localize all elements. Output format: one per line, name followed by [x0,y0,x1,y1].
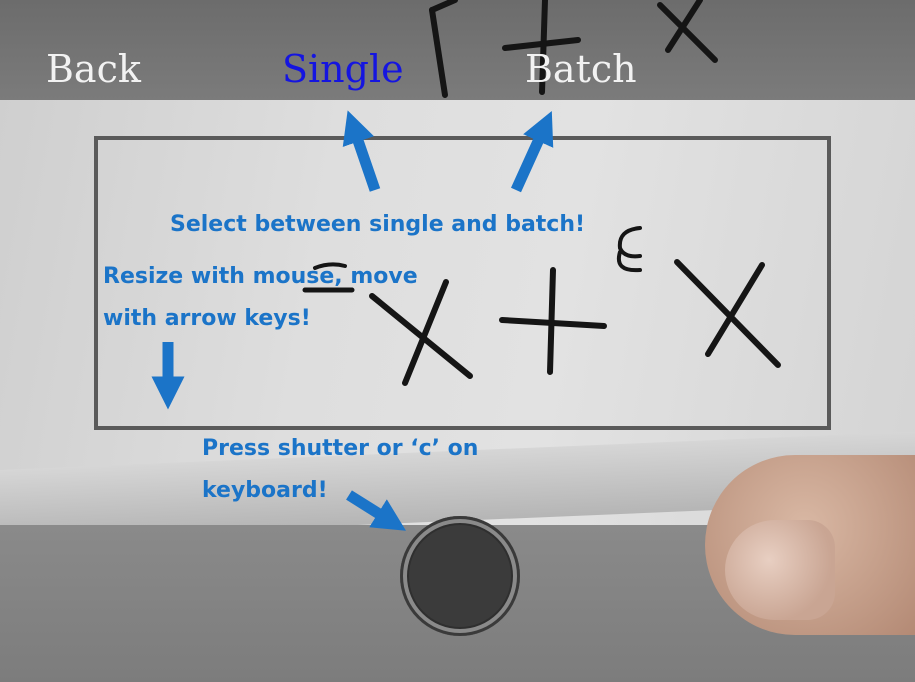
arrow-to-single-icon [342,110,381,192]
shutter-button-icon[interactable] [400,516,520,636]
resize-hint-line2: with arrow keys! [103,306,311,331]
select-mode-hint: Select between single and batch! [170,212,586,237]
arrow-to-batch-icon [510,110,554,193]
resize-hint-line1: Resize with mouse, move [103,264,418,289]
resize-hint: Resize with mouse, move with arrow keys! [103,256,418,340]
shutter-hint-line2: keyboard! [202,478,328,503]
shutter-button-core [409,525,511,627]
shutter-hint-line1: Press shutter or ‘c’ on [202,436,479,461]
shutter-hint: Press shutter or ‘c’ on keyboard! [202,428,478,512]
